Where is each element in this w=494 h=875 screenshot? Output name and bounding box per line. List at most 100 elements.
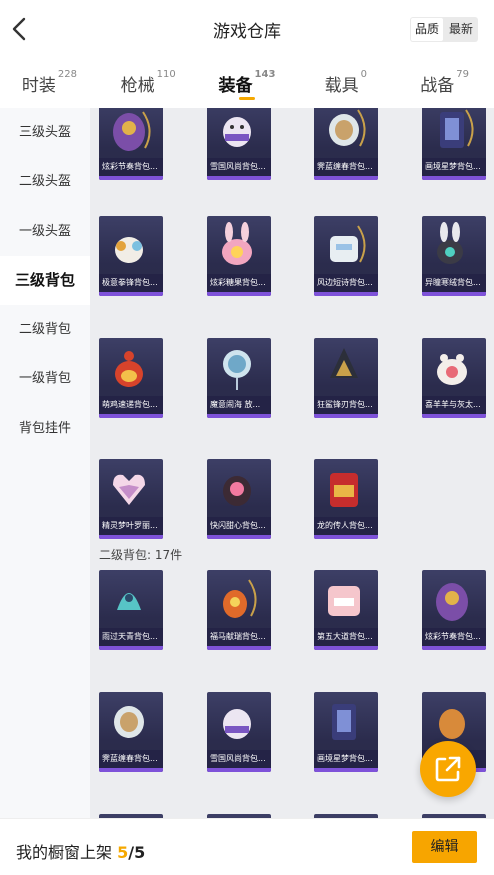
item-name: 炫彩节奏背包... <box>99 158 163 176</box>
sidebar-item-lv2-backpack[interactable]: 二级背包 <box>0 305 90 354</box>
item-grid: 炫彩节奏背包... 雪国风尚背包... 霁蓝缠春背包... 画境星梦背包... … <box>90 108 494 818</box>
item-card[interactable]: 炫彩糖果背包... <box>207 216 271 296</box>
item-name: 风边短诗背包... <box>314 274 378 292</box>
backpack-icon <box>223 350 251 390</box>
rarity-bar <box>207 292 271 296</box>
item-card[interactable]: 精灵梦叶罗丽... <box>99 459 163 539</box>
sort-toggle[interactable]: 品质 最新 <box>409 17 478 42</box>
sidebar-item-lv3-backpack[interactable]: 三级背包 <box>0 255 90 306</box>
item-card[interactable]: 风边短诗背包... <box>314 216 378 296</box>
rarity-bar <box>207 414 271 418</box>
rarity-bar <box>207 176 271 180</box>
item-card[interactable]: 第五大道背包... <box>314 570 378 650</box>
item-name: 魔意闹海 放... <box>207 396 271 414</box>
section-label-lv2-backpack: 二级背包: 17件 <box>99 548 183 562</box>
grid-row: 炫彩节奏背包... 雪国风尚背包... 霁蓝缠春背包... 画境星梦背包... <box>90 108 494 180</box>
rarity-bar <box>314 646 378 650</box>
item-card[interactable]: 极意拳锋背包... <box>99 216 163 296</box>
tab-label: 装备 <box>218 76 253 96</box>
item-card[interactable]: 异瞳寒绒背包... <box>422 216 486 296</box>
item-card[interactable]: 雪国风尚背包... <box>207 108 271 180</box>
backpack-icon <box>437 222 463 264</box>
item-card[interactable]: 画境星梦背包... <box>314 692 378 772</box>
rarity-bar <box>207 535 271 539</box>
item-card[interactable]: 雪国风尚背包... <box>207 692 271 772</box>
item-card[interactable]: 快闪甜心背包... <box>207 459 271 539</box>
edit-button[interactable]: 编辑 <box>412 831 477 863</box>
category-tabs: 时装228 枪械110 装备143 载具0 战备79 <box>0 58 494 108</box>
tab-count: 228 <box>57 69 77 80</box>
rarity-bar <box>99 535 163 539</box>
sort-option-latest[interactable]: 最新 <box>444 17 478 42</box>
grid-row: 精灵梦叶罗丽... 快闪甜心背包... 龙的传人背包... <box>90 459 494 539</box>
item-name: 画境星梦背包... <box>314 750 378 768</box>
tab-label: 战备 <box>420 76 455 96</box>
item-name: 炫彩糖果背包... <box>207 274 271 292</box>
backpack-icon <box>328 586 360 616</box>
item-name: 霁蓝缠春背包... <box>99 750 163 768</box>
rarity-bar <box>314 176 378 180</box>
backpack-icon <box>440 109 474 148</box>
backpack-icon <box>330 348 358 378</box>
item-card[interactable]: 画境星梦背包... <box>422 108 486 180</box>
tab-fashion[interactable]: 时装228 <box>0 58 99 108</box>
item-name: 萌鸡速递背包... <box>99 396 163 414</box>
backpack-icon <box>330 473 358 507</box>
tab-count: 110 <box>156 69 176 80</box>
tab-label: 时装 <box>21 76 56 96</box>
item-name: 画境星梦背包... <box>422 158 486 176</box>
tab-label: 枪械 <box>120 76 155 96</box>
item-card[interactable]: 霁蓝缠春背包... <box>314 108 378 180</box>
rarity-bar <box>314 535 378 539</box>
item-card[interactable]: 福马献瑞背包... <box>207 570 271 650</box>
backpack-icon <box>114 706 144 738</box>
item-card[interactable]: 喜羊羊与灰太... <box>422 338 486 418</box>
rarity-bar <box>99 768 163 772</box>
backpack-icon <box>115 351 143 387</box>
tab-label: 载具 <box>324 76 359 96</box>
item-name: 雪国风尚背包... <box>207 750 271 768</box>
grid-row: 萌鸡速递背包... 魔意闹海 放... 狂鲨锋刃背包... 喜羊羊与灰太... <box>90 338 494 418</box>
sidebar: 三级头盔 二级头盔 一级头盔 三级背包 二级背包 一级背包 背包挂件 <box>0 108 90 818</box>
backpack-icon <box>332 704 356 740</box>
tab-supplies[interactable]: 战备79 <box>395 58 494 108</box>
backpack-icon <box>330 225 366 263</box>
backpack-icon <box>113 474 145 505</box>
item-name: 福马献瑞背包... <box>207 628 271 646</box>
item-name: 雨过天青背包... <box>99 628 163 646</box>
item-card[interactable]: 龙的传人背包... <box>314 459 378 539</box>
rarity-bar <box>314 414 378 418</box>
item-name: 异瞳寒绒背包... <box>422 274 486 292</box>
tab-firearms[interactable]: 枪械110 <box>99 58 198 108</box>
item-name: 喜羊羊与灰太... <box>422 396 486 414</box>
item-name: 精灵梦叶罗丽... <box>99 517 163 535</box>
showcase-label: 我的橱窗上架 <box>16 843 113 862</box>
item-card[interactable]: 炫彩节奏背包... <box>99 108 163 180</box>
item-card[interactable]: 魔意闹海 放... <box>207 338 271 418</box>
sidebar-item-lv1-backpack[interactable]: 一级背包 <box>0 354 90 403</box>
backpack-icon <box>222 222 252 265</box>
tab-vehicles[interactable]: 载具0 <box>296 58 395 108</box>
sidebar-item-lv1-helmet[interactable]: 一级头盔 <box>0 207 90 256</box>
showcase-shown-count: 5 <box>117 843 129 862</box>
sidebar-item-lv2-helmet[interactable]: 二级头盔 <box>0 157 90 206</box>
item-name: 极意拳锋背包... <box>99 274 163 292</box>
item-card[interactable]: 狂鲨锋刃背包... <box>314 338 378 418</box>
share-button[interactable] <box>420 741 476 797</box>
item-card[interactable]: 霁蓝缠春背包... <box>99 692 163 772</box>
sidebar-item-lv3-helmet[interactable]: 三级头盔 <box>0 108 90 157</box>
backpack-icon <box>113 111 151 151</box>
backpack-icon <box>436 583 468 621</box>
sort-option-quality[interactable]: 品质 <box>410 18 443 41</box>
item-name: 快闪甜心背包... <box>207 517 271 535</box>
item-card[interactable]: 萌鸡速递背包... <box>99 338 163 418</box>
tab-equipment[interactable]: 装备143 <box>198 58 297 108</box>
rarity-bar <box>314 292 378 296</box>
sidebar-item-backpack-charm[interactable]: 背包挂件 <box>0 404 90 453</box>
active-tab-indicator <box>238 97 255 100</box>
header: 游戏仓库 品质 最新 <box>0 0 494 58</box>
rarity-bar <box>314 768 378 772</box>
item-card[interactable]: 炫彩节奏背包... <box>422 570 486 650</box>
rarity-bar <box>99 176 163 180</box>
item-card[interactable]: 雨过天青背包... <box>99 570 163 650</box>
